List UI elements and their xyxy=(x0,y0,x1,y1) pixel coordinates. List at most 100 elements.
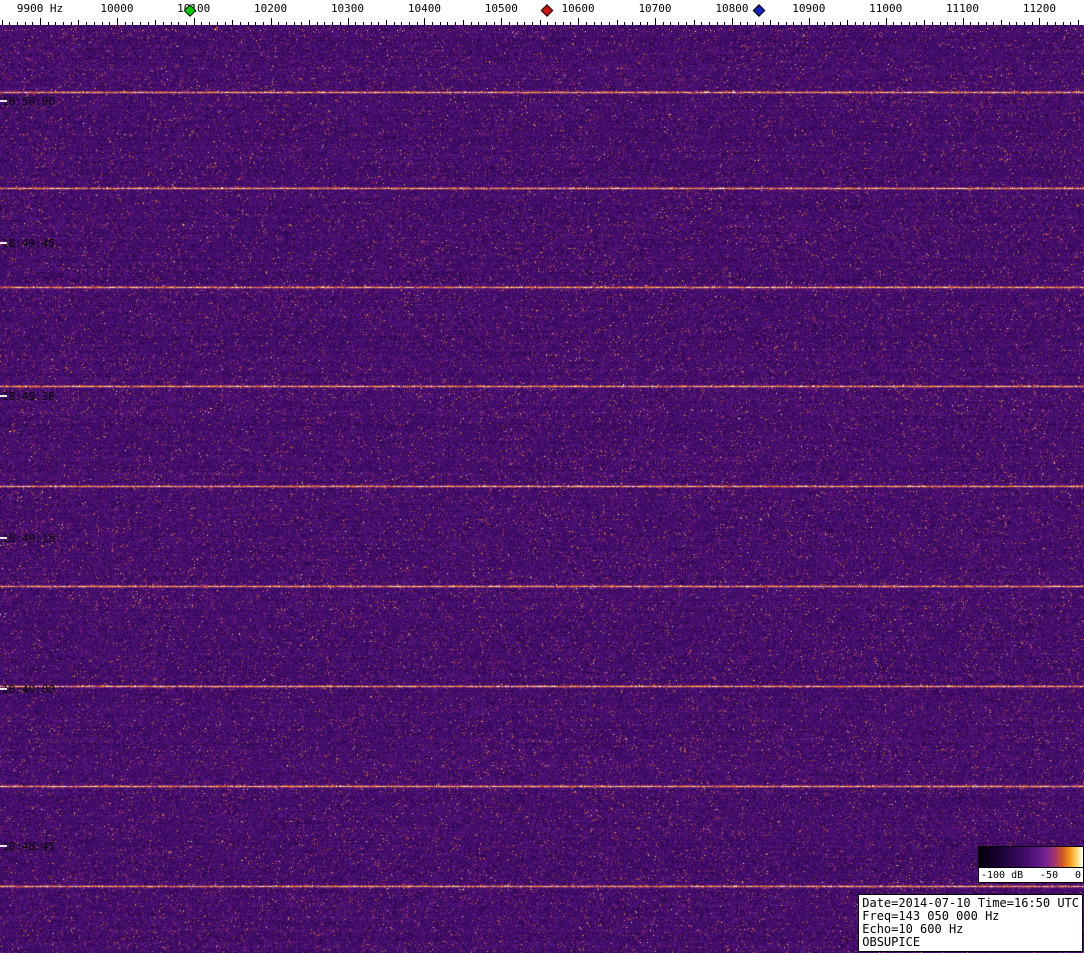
freq-tick xyxy=(209,22,210,25)
freq-tick xyxy=(9,22,10,25)
freq-tick xyxy=(617,20,618,25)
freq-tick xyxy=(455,22,456,25)
freq-tick xyxy=(263,22,264,25)
freq-tick xyxy=(378,22,379,25)
freq-tick xyxy=(40,18,41,25)
freq-tick-label: 10500 xyxy=(485,2,518,15)
freq-tick xyxy=(924,20,925,25)
freq-tick xyxy=(647,22,648,25)
freq-tick xyxy=(901,22,902,25)
freq-tick xyxy=(993,22,994,25)
freq-tick xyxy=(86,22,87,25)
freq-tick xyxy=(63,22,64,25)
freq-tick xyxy=(509,22,510,25)
freq-tick xyxy=(609,22,610,25)
freq-tick xyxy=(594,22,595,25)
freq-tick-label: 10300 xyxy=(331,2,364,15)
freq-tick xyxy=(248,22,249,25)
freq-tick xyxy=(701,22,702,25)
freq-tick xyxy=(916,22,917,25)
freq-tick xyxy=(163,22,164,25)
freq-tick xyxy=(824,22,825,25)
freq-tick xyxy=(624,22,625,25)
freq-tick xyxy=(678,22,679,25)
freq-tick xyxy=(348,18,349,25)
legend-max-label: 0 xyxy=(1075,870,1081,881)
freq-tick xyxy=(201,22,202,25)
freq-tick xyxy=(847,20,848,25)
freq-tick xyxy=(71,22,72,25)
freq-tick xyxy=(125,22,126,25)
freq-tick xyxy=(301,22,302,25)
freq-tick xyxy=(332,22,333,25)
freq-tick-label: 10700 xyxy=(638,2,671,15)
freq-tick xyxy=(893,22,894,25)
freq-tick xyxy=(663,22,664,25)
legend-mid-label: -50 xyxy=(1040,870,1058,881)
freq-tick xyxy=(694,20,695,25)
freq-tick xyxy=(463,20,464,25)
freq-tick xyxy=(140,22,141,25)
freq-tick xyxy=(440,22,441,25)
freq-tick xyxy=(724,22,725,25)
freq-tick xyxy=(32,22,33,25)
spectrogram-canvas[interactable] xyxy=(0,25,1084,953)
freq-tick xyxy=(109,22,110,25)
freq-tick xyxy=(640,22,641,25)
freq-tick xyxy=(601,22,602,25)
freq-tick xyxy=(986,22,987,25)
freq-marker-blue[interactable] xyxy=(752,4,765,17)
freq-tick-label: 11100 xyxy=(946,2,979,15)
freq-tick xyxy=(1032,22,1033,25)
freq-tick xyxy=(78,20,79,25)
freq-tick xyxy=(340,22,341,25)
freq-tick xyxy=(1024,22,1025,25)
freq-tick xyxy=(709,22,710,25)
freq-tick-label: 10200 xyxy=(254,2,287,15)
waterfall-window: 9900 Hz100001010010200103001040010500106… xyxy=(0,0,1084,953)
freq-tick xyxy=(48,22,49,25)
freq-tick xyxy=(870,22,871,25)
freq-tick xyxy=(747,22,748,25)
freq-tick xyxy=(793,22,794,25)
freq-tick xyxy=(17,22,18,25)
freq-tick xyxy=(978,22,979,25)
freq-tick xyxy=(532,22,533,25)
freq-tick xyxy=(117,18,118,25)
color-scale-labels: -100 dB -50 0 xyxy=(978,868,1084,883)
freq-tick-label: 11200 xyxy=(1023,2,1056,15)
freq-tick xyxy=(732,18,733,25)
freq-tick xyxy=(486,22,487,25)
freq-tick xyxy=(1016,22,1017,25)
freq-tick xyxy=(1009,22,1010,25)
freq-marker-red[interactable] xyxy=(541,4,554,17)
freq-tick xyxy=(786,22,787,25)
freq-tick-label: 9900 Hz xyxy=(17,2,63,15)
freq-tick xyxy=(294,22,295,25)
freq-tick xyxy=(148,22,149,25)
freq-tick xyxy=(494,22,495,25)
freq-tick xyxy=(1070,22,1071,25)
freq-tick xyxy=(1055,22,1056,25)
freq-tick xyxy=(740,22,741,25)
freq-tick xyxy=(432,22,433,25)
freq-tick xyxy=(763,22,764,25)
frequency-ruler[interactable]: 9900 Hz100001010010200103001040010500106… xyxy=(0,0,1084,25)
freq-tick xyxy=(186,22,187,25)
freq-tick xyxy=(324,22,325,25)
freq-tick xyxy=(524,22,525,25)
freq-tick xyxy=(801,22,802,25)
freq-tick xyxy=(963,18,964,25)
freq-tick xyxy=(355,22,356,25)
freq-tick-label: 10000 xyxy=(100,2,133,15)
freq-tick xyxy=(225,22,226,25)
freq-tick xyxy=(547,22,548,25)
freq-tick xyxy=(563,22,564,25)
freq-tick xyxy=(409,22,410,25)
freq-tick-label: 10900 xyxy=(792,2,825,15)
freq-tick xyxy=(1078,20,1079,25)
color-scale-legend: -100 dB -50 0 xyxy=(978,846,1084,883)
info-box: Date=2014-07-10 Time=16:50 UTC Freq=143 … xyxy=(858,894,1083,952)
freq-tick xyxy=(570,22,571,25)
freq-tick xyxy=(1047,22,1048,25)
